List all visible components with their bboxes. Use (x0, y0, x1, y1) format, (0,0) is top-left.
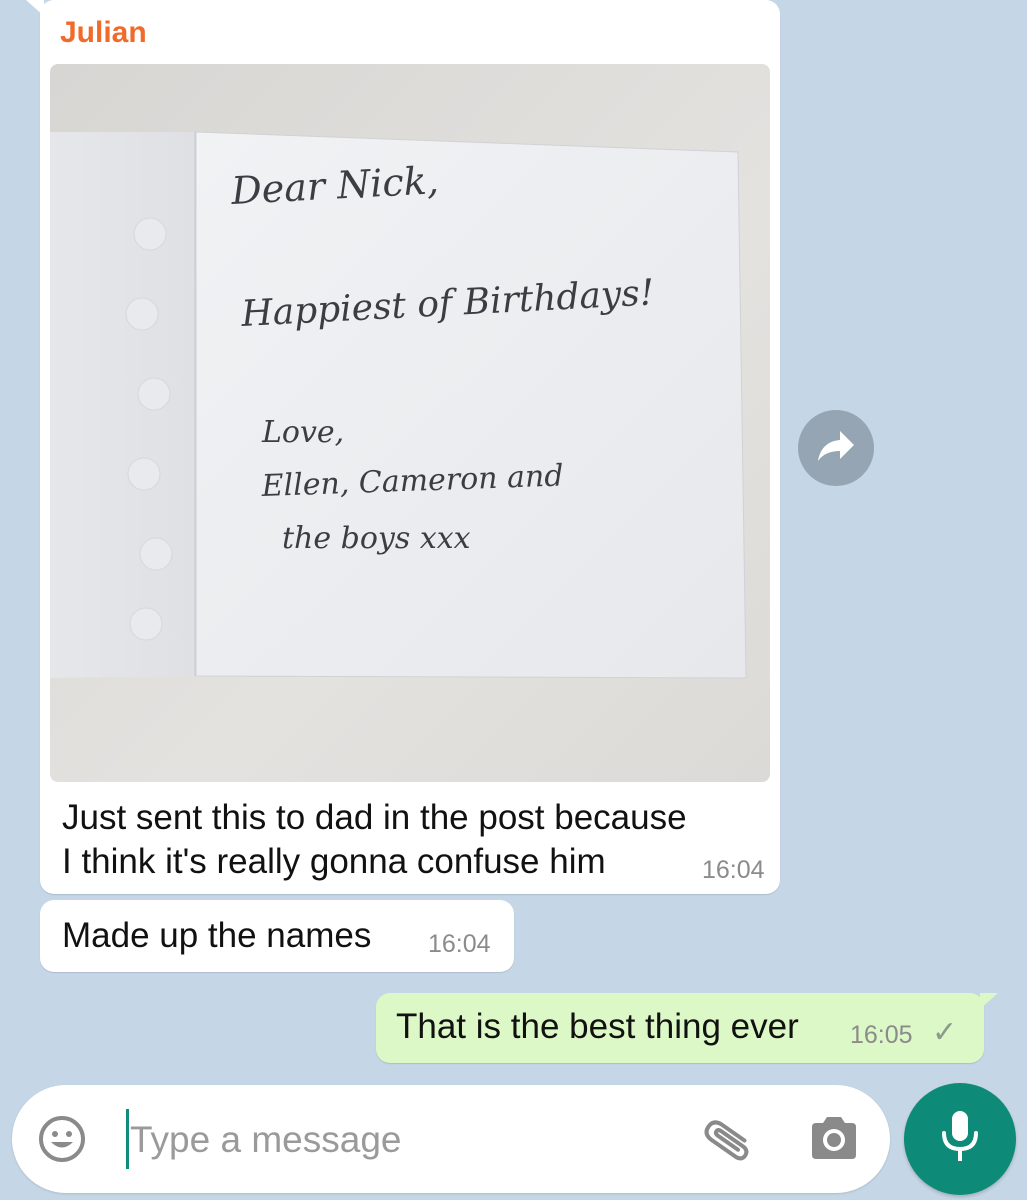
message-photo[interactable]: Dear Nick, Happiest of Birthdays! Love, … (50, 64, 770, 782)
microphone-icon (940, 1109, 980, 1170)
forward-icon (816, 429, 856, 468)
message-time: 16:05 (850, 1021, 913, 1049)
attachment-icon[interactable] (702, 1113, 758, 1170)
message-bubble-incoming[interactable]: Made up the names 16:04 (40, 900, 514, 972)
message-bubble-outgoing[interactable]: That is the best thing ever 16:05 ✓ (376, 993, 998, 1063)
voice-message-button[interactable] (904, 1083, 1016, 1195)
message-bubble-incoming-photo[interactable]: Julian Dear Nick, Happiest of Birthdays!… (26, 0, 780, 894)
message-text-line-2: I think it's really gonna confuse him (62, 842, 606, 881)
message-time: 16:04 (428, 930, 491, 958)
card-line-3: Love, (261, 415, 344, 450)
message-text: Made up the names (62, 916, 372, 955)
emoji-icon[interactable] (38, 1115, 86, 1168)
forward-button[interactable] (798, 410, 874, 486)
camera-icon[interactable] (808, 1115, 860, 1166)
sent-check-icon: ✓ (932, 1016, 958, 1049)
sender-name: Julian (60, 16, 147, 49)
message-time: 16:04 (702, 856, 765, 884)
message-input[interactable]: Type a message (130, 1119, 401, 1161)
message-composer: Type a message (12, 1085, 890, 1193)
text-caret (126, 1109, 129, 1169)
message-text: That is the best thing ever (396, 1007, 799, 1046)
message-text-line-1: Just sent this to dad in the post becaus… (62, 798, 687, 837)
card-line-5: the boys xxx (282, 521, 471, 556)
